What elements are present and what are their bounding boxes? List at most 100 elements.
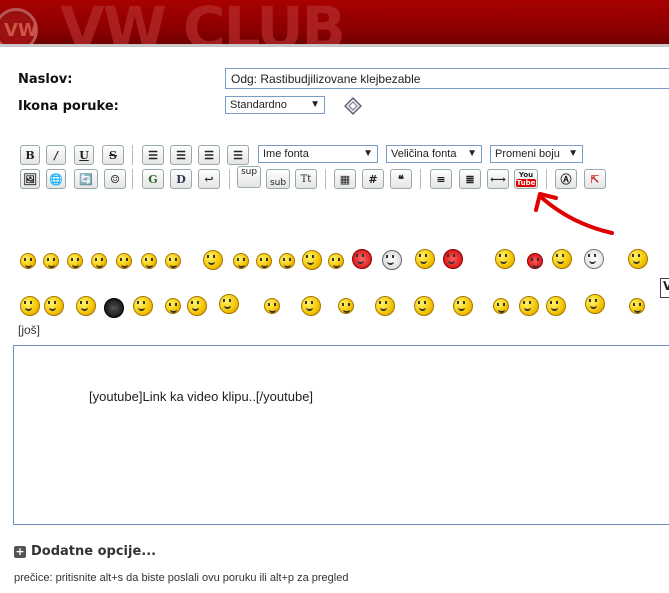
chevron-down-icon: ▼ (568, 148, 578, 159)
vw-logo (0, 8, 38, 44)
smiley-icon[interactable] (629, 298, 645, 314)
smiley-icon[interactable] (264, 298, 280, 314)
horizontal-rule-button[interactable]: ⟷ (487, 169, 509, 189)
remove-format-icon: Ⓐ (560, 173, 572, 186)
font-name-select[interactable]: Ime fonta ▼ (258, 145, 378, 163)
smiley-icon[interactable] (415, 249, 435, 269)
smiley-icon[interactable] (301, 296, 321, 316)
bomb-icon[interactable] (104, 298, 124, 318)
teletype-button[interactable]: Tt (295, 169, 317, 189)
smiley-icon[interactable] (203, 250, 223, 270)
message-editor[interactable]: [youtube]Link ka video klipu..[/youtube] (13, 345, 669, 525)
separator (420, 169, 421, 189)
separator (229, 169, 230, 189)
smiley-icon[interactable] (76, 296, 96, 316)
strike-button[interactable]: S (102, 145, 124, 165)
icon-select[interactable]: Standardno ▼ (225, 96, 325, 114)
title-input[interactable]: Odg: Rastibudjilizovane klejbezable (225, 68, 669, 89)
editor-content: [youtube]Link ka video klipu..[/youtube] (89, 389, 314, 404)
separator (325, 169, 326, 189)
smiley-icon[interactable] (546, 296, 566, 316)
title-label: Naslov: (18, 72, 73, 87)
smiley-icon[interactable] (256, 253, 272, 269)
more-smilies-link[interactable]: [još] (18, 323, 40, 337)
smiley-icon[interactable] (527, 253, 543, 269)
superscript-button[interactable]: sup (237, 166, 261, 188)
g-button[interactable]: G (142, 169, 164, 189)
table-button[interactable]: ▦ (334, 169, 356, 189)
list-icon: ≡ (436, 172, 446, 186)
smiley-icon[interactable] (453, 296, 473, 316)
smiley-icon[interactable] (233, 253, 249, 269)
smiley-icon[interactable] (328, 253, 344, 269)
arrows-icon: ⟷ (490, 172, 506, 186)
smiley-icon[interactable] (116, 253, 132, 269)
font-size-value: Veličina fonta (391, 148, 457, 160)
smiley-icon[interactable] (552, 249, 572, 269)
red-arrow-annotation (534, 192, 614, 235)
smiley-icon[interactable] (414, 296, 434, 316)
bold-button[interactable]: B (20, 145, 40, 165)
subscript-button[interactable]: sub (266, 169, 290, 189)
smiley-icon[interactable] (91, 253, 107, 269)
smiley-icon: ☺ (110, 172, 120, 186)
smiley-icon[interactable] (585, 294, 605, 314)
insert-smiley-button[interactable]: ☺ (104, 169, 126, 189)
smiley-icon[interactable] (133, 296, 153, 316)
smiley-icon[interactable] (165, 298, 181, 314)
image-icon: 🖼 (23, 172, 37, 186)
smiley-icon[interactable] (628, 249, 648, 269)
separator (546, 169, 547, 189)
underline-button[interactable]: U (74, 145, 94, 165)
smiley-icon[interactable] (43, 253, 59, 269)
additional-options-toggle[interactable]: + Dodatne opcije... (14, 544, 156, 559)
italic-button[interactable]: / (46, 145, 66, 165)
smiley-icon[interactable] (279, 253, 295, 269)
smiley-icon[interactable] (302, 250, 322, 270)
font-color-select[interactable]: Promeni boju ▼ (490, 145, 583, 163)
table-icon: ▦ (339, 172, 351, 186)
youtube-text: You (518, 171, 534, 179)
wysiwyg-toggle-button[interactable]: ⇱ (584, 169, 606, 189)
smiley-icon[interactable] (67, 253, 83, 269)
font-name-value: Ime fonta (263, 148, 309, 160)
smiley-icon[interactable] (219, 294, 239, 314)
smiley-icon[interactable] (165, 253, 181, 269)
font-size-select[interactable]: Veličina fonta ▼ (386, 145, 482, 163)
indent-button[interactable]: ↩ (198, 169, 220, 189)
smiley-icon[interactable] (375, 296, 395, 316)
smiley-icon[interactable] (141, 253, 157, 269)
smiley-icon[interactable] (352, 249, 372, 269)
youtube-button[interactable]: You Tube (514, 169, 538, 189)
justify-button[interactable]: ☰ (227, 145, 249, 165)
smiley-icon[interactable] (382, 250, 402, 270)
quote-icon: ❝ (398, 172, 404, 186)
smiley-icon[interactable] (584, 249, 604, 269)
message-icon-preview (344, 97, 362, 115)
align-right-button[interactable]: ☰ (198, 145, 220, 165)
smiley-icon[interactable] (493, 298, 509, 314)
smiley-icon[interactable] (187, 296, 207, 316)
smiley-icon[interactable] (443, 249, 463, 269)
smiley-icon[interactable] (519, 296, 539, 316)
image-button[interactable]: 🖼 (20, 169, 40, 189)
align-center-button[interactable]: ☰ (170, 145, 192, 165)
youtube-tube: Tube (515, 179, 537, 187)
smiley-icon[interactable] (20, 253, 36, 269)
d-button[interactable]: D (170, 169, 192, 189)
chevron-down-icon: ▼ (363, 148, 373, 159)
chevron-down-icon: ▼ (310, 99, 320, 110)
icon-label: Ikona poruke: (18, 99, 119, 114)
remove-format-button[interactable]: Ⓐ (555, 169, 577, 189)
refresh-button[interactable]: 🔄 (74, 169, 98, 189)
smiley-icon[interactable] (44, 296, 64, 316)
smiley-icon[interactable] (495, 249, 515, 269)
smiley-icon[interactable] (338, 298, 354, 314)
numbered-list-button[interactable]: ≣ (459, 169, 481, 189)
smiley-icon[interactable] (20, 296, 40, 316)
code-button[interactable]: # (362, 169, 384, 189)
quote-button[interactable]: ❝ (390, 169, 412, 189)
bullet-list-button[interactable]: ≡ (430, 169, 452, 189)
link-button[interactable]: 🌐 (46, 169, 66, 189)
align-left-button[interactable]: ☰ (142, 145, 164, 165)
